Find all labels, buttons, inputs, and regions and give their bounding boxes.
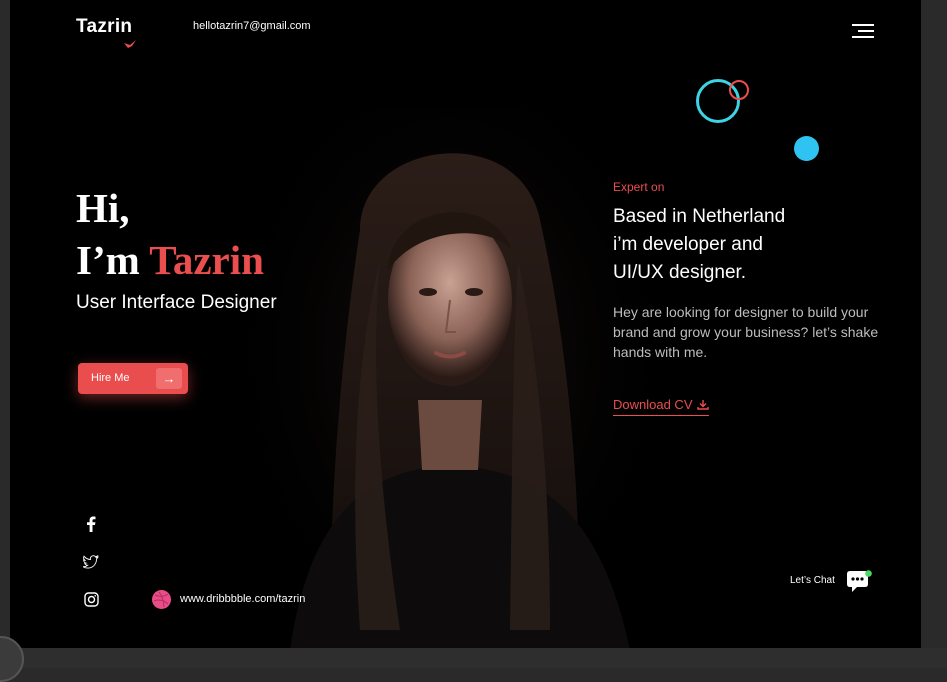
greeting-line-name: I’m Tazrin	[76, 234, 264, 286]
greeting-line-hi: Hi,	[76, 185, 130, 231]
logo-text[interactable]: Tazrin	[76, 16, 132, 38]
headline-line: UI/UX designer.	[613, 262, 747, 283]
dribbble-icon[interactable]	[152, 590, 171, 609]
arrow-right-icon: →	[156, 368, 182, 389]
chat-bubble-icon[interactable]	[846, 570, 872, 594]
headline-line: i’m developer and	[613, 234, 763, 255]
download-cv-link[interactable]: Download CV	[613, 397, 709, 416]
lets-chat-label[interactable]: Let’s Chat	[790, 575, 835, 586]
hero-name: Tazrin	[149, 237, 264, 283]
expert-eyebrow: Expert on	[613, 180, 665, 194]
hamburger-menu-icon[interactable]	[850, 22, 874, 38]
facebook-icon[interactable]	[82, 515, 100, 533]
hero-greeting: Hi, I’m Tazrin	[76, 182, 264, 286]
bottom-bar	[0, 648, 947, 668]
decorative-red-ring	[729, 80, 749, 100]
decorative-cyan-dot	[794, 136, 819, 161]
twitter-icon[interactable]	[82, 553, 100, 571]
about-description: Hey are looking for designer to build yo…	[613, 304, 879, 360]
dribbble-link[interactable]: www.dribbbble.com/tazrin	[180, 593, 305, 605]
portrait-photo	[250, 110, 650, 648]
download-cv-label: Download CV	[613, 397, 693, 412]
greeting-prefix: I’m	[76, 237, 150, 283]
about-headline: Based in Netherland i’m developer and UI…	[613, 203, 785, 287]
email-link[interactable]: hellotazrin7@gmail.com	[193, 20, 311, 32]
headline-line: Based in Netherland	[613, 206, 786, 227]
hire-me-button[interactable]: Hire Me →	[78, 363, 188, 394]
bird-logo-icon	[124, 40, 136, 48]
hire-me-label: Hire Me	[91, 372, 130, 384]
hero-role: User Interface Designer	[76, 292, 277, 313]
instagram-icon[interactable]	[82, 590, 100, 608]
download-icon	[696, 400, 709, 410]
landing-page: Tazrin hellotazrin7@gmail.com Hi, I’m Ta…	[10, 0, 921, 648]
